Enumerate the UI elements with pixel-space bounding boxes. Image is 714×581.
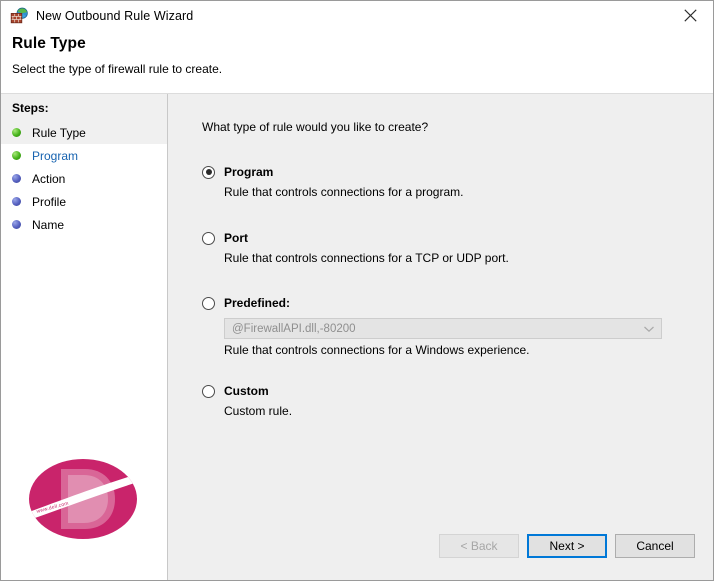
- step-bullet-icon: [12, 197, 21, 206]
- steps-heading: Steps:: [1, 94, 167, 121]
- option-description: Rule that controls connections for a pro…: [224, 185, 464, 199]
- option-program[interactable]: Program Rule that controls connections f…: [202, 163, 693, 199]
- next-button[interactable]: Next >: [527, 534, 607, 558]
- question-text: What type of rule would you like to crea…: [202, 120, 429, 134]
- sidebar-item-label: Profile: [32, 194, 67, 209]
- option-predefined[interactable]: Predefined: @FirewallAPI.dll,-80200 Rule…: [202, 294, 693, 357]
- option-description: Custom rule.: [224, 404, 293, 418]
- chevron-down-icon: [643, 325, 655, 333]
- step-bullet-icon: [12, 151, 21, 160]
- step-bullet-icon: [12, 220, 21, 229]
- option-label: Predefined:: [224, 296, 291, 310]
- option-label: Custom: [224, 384, 269, 398]
- option-port[interactable]: Port Rule that controls connections for …: [202, 229, 693, 265]
- title-bar: New Outbound Rule Wizard: [1, 1, 713, 31]
- firewall-icon: [10, 7, 28, 25]
- sidebar-item-label: Rule Type: [32, 125, 86, 140]
- wizard-footer: < Back Next > Cancel: [431, 534, 695, 558]
- content-pane: What type of rule would you like to crea…: [29, 94, 713, 580]
- watermark-logo: www.dell.com: [27, 457, 140, 541]
- cancel-button[interactable]: Cancel: [615, 534, 695, 558]
- sidebar-item-label: Action: [32, 171, 66, 186]
- step-bullet-icon: [12, 174, 21, 183]
- rule-type-radio-group: Program Rule that controls connections f…: [202, 163, 693, 418]
- wizard-window: New Outbound Rule Wizard Rule Type Selec…: [0, 0, 714, 581]
- step-bullet-icon: [12, 128, 21, 137]
- wizard-body: Steps: Rule Type Program Action Profile …: [1, 93, 713, 580]
- predefined-rule-dropdown[interactable]: @FirewallAPI.dll,-80200: [224, 318, 662, 339]
- page-subtitle: Select the type of firewall rule to crea…: [12, 62, 223, 76]
- radio-program[interactable]: [202, 165, 215, 179]
- sidebar-item-label: Program: [32, 148, 79, 163]
- radio-predefined[interactable]: [202, 296, 215, 310]
- sidebar-item-name[interactable]: Name: [1, 213, 167, 236]
- sidebar-item-profile[interactable]: Profile: [1, 190, 167, 213]
- window-title: New Outbound Rule Wizard: [36, 9, 194, 23]
- sidebar-item-rule-type[interactable]: Rule Type: [1, 121, 167, 144]
- sidebar-item-action[interactable]: Action: [1, 167, 167, 190]
- option-description: Rule that controls connections for a TCP…: [224, 251, 509, 265]
- option-custom[interactable]: Custom Custom rule.: [202, 382, 693, 418]
- radio-custom[interactable]: [202, 384, 215, 398]
- close-icon[interactable]: [668, 1, 713, 30]
- option-label: Program: [224, 165, 274, 179]
- predefined-rule-value: @FirewallAPI.dll,-80200: [232, 322, 356, 335]
- option-label: Port: [224, 231, 248, 245]
- radio-port[interactable]: [202, 231, 215, 245]
- back-button[interactable]: < Back: [439, 534, 519, 558]
- sidebar-item-label: Name: [32, 217, 65, 232]
- sidebar-item-program[interactable]: Program: [1, 144, 167, 167]
- page-header: Rule Type Select the type of firewall ru…: [1, 31, 713, 93]
- option-description: Rule that controls connections for a Win…: [224, 343, 530, 357]
- page-title: Rule Type: [12, 35, 86, 52]
